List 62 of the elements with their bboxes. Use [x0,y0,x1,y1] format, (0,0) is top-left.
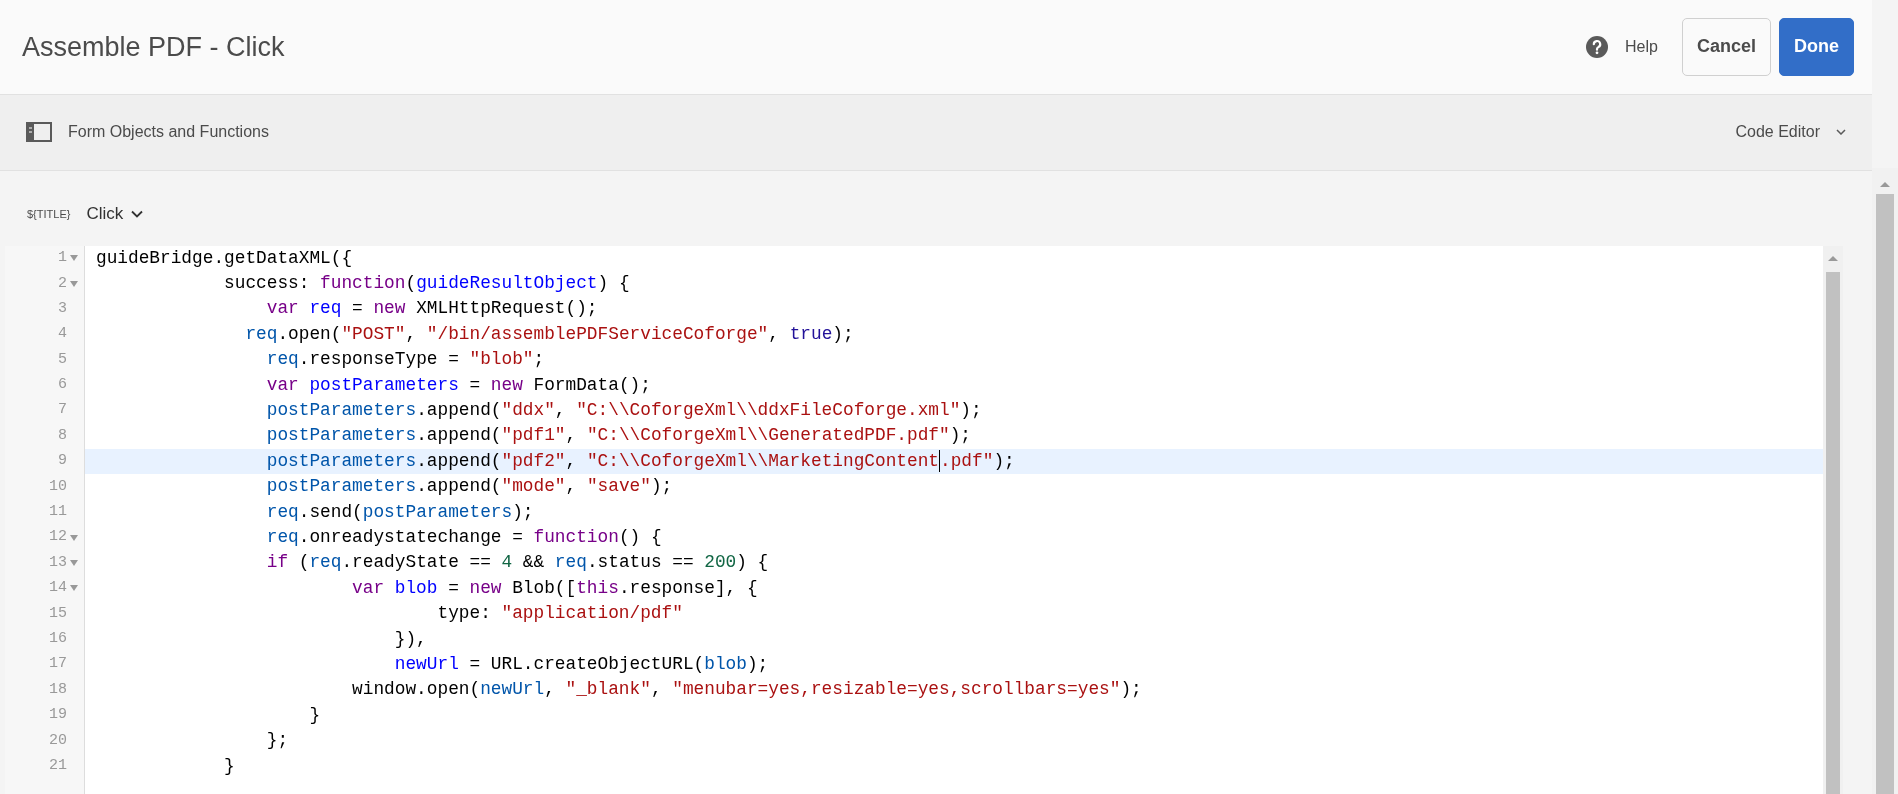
line-number: 16 [48,629,67,649]
code-line: }; [265,729,290,753]
line-number: 9 [57,451,67,472]
editor-scrollbar-thumb[interactable] [1826,271,1840,794]
scroll-up-icon[interactable] [1879,180,1891,188]
fold-arrow-icon[interactable] [70,585,78,592]
code-line: newUrl = URL.createObjectURL(blob); [393,652,770,676]
done-button[interactable]: Done [1779,17,1854,76]
line-number: 17 [48,654,67,675]
line-number: 12 [48,527,67,548]
code-line: if (req.readyState == 4 && req.status == 200) { [265,551,770,575]
fold-arrow-icon[interactable] [70,534,78,541]
code-line: }), [393,627,428,651]
code-line: var blob = new Blob([this.response], { [351,576,759,600]
line-number: 7 [57,400,67,421]
code-line: postParameters.append("pdf1", "C:\\CoforgeXml\\GeneratedPDF.pdf"); [265,424,972,448]
code-line: req.responseType = "blob"; [265,348,546,372]
event-dropdown[interactable]: Click [86,201,144,227]
line-number: 3 [57,298,67,319]
code-line: } [308,703,322,727]
sidebar-toggle-icon[interactable] [26,122,52,143]
page-title: Assemble PDF - Click [22,30,285,64]
line-number: 21 [48,755,67,776]
line-number: 8 [57,425,67,446]
line-number: 6 [57,375,67,396]
line-number: 1 [57,248,67,269]
scroll-up-icon[interactable] [1827,253,1839,262]
line-number: 11 [48,502,67,523]
code-line: var req = new XMLHttpRequest(); [265,297,599,321]
mode-dropdown[interactable]: Code Editor [1735,120,1846,145]
fold-arrow-icon[interactable] [70,560,78,567]
fold-arrow-icon[interactable] [70,280,78,287]
line-number: 13 [48,552,67,573]
line-number: 10 [48,476,67,497]
code-line: req.open("POST", "/bin/assemblePDFServiceCoforge", true); [244,322,855,346]
code-line: req.onreadystatechange = function() { [265,526,663,549]
code-line: postParameters.append("mode", "save"); [265,475,674,499]
code-line: postParameters.append("ddx", "C:\\CoforgeXml\\ddxFileCoforge.xml"); [265,399,983,423]
code-line: type: "application/pdf" [436,602,684,626]
line-number: 19 [48,705,67,726]
line-number: 14 [48,578,67,599]
code-line: var postParameters = new FormData(); [265,373,652,397]
cancel-button[interactable]: Cancel [1681,17,1771,76]
code-line: success: function(guideResultObject) { [223,272,631,296]
code-line: window.open(newUrl, "_blank", "menubar=yes,resizable=yes,scrollbars=yes"); [351,678,1143,702]
chevron-down-icon [131,210,144,219]
help-icon[interactable] [1585,34,1610,59]
code-line: guideBridge.getDataXML({ [95,246,354,270]
panel-title: Form Objects and Functions [68,122,269,143]
fold-arrow-icon[interactable] [70,255,78,262]
line-number: 2 [57,273,67,294]
help-link[interactable]: Help [1625,34,1658,59]
code-line: } [223,754,236,778]
line-number: 4 [57,324,67,345]
code-line: req.send(postParameters); [265,500,535,524]
line-number: 5 [57,349,67,370]
line-number: 20 [48,730,67,751]
line-number: 18 [48,679,67,700]
line-number: 15 [48,603,67,624]
chevron-down-icon [1836,129,1846,136]
event-tag: ${TITLE} [27,206,71,223]
page-scrollbar-thumb[interactable] [1876,194,1894,794]
